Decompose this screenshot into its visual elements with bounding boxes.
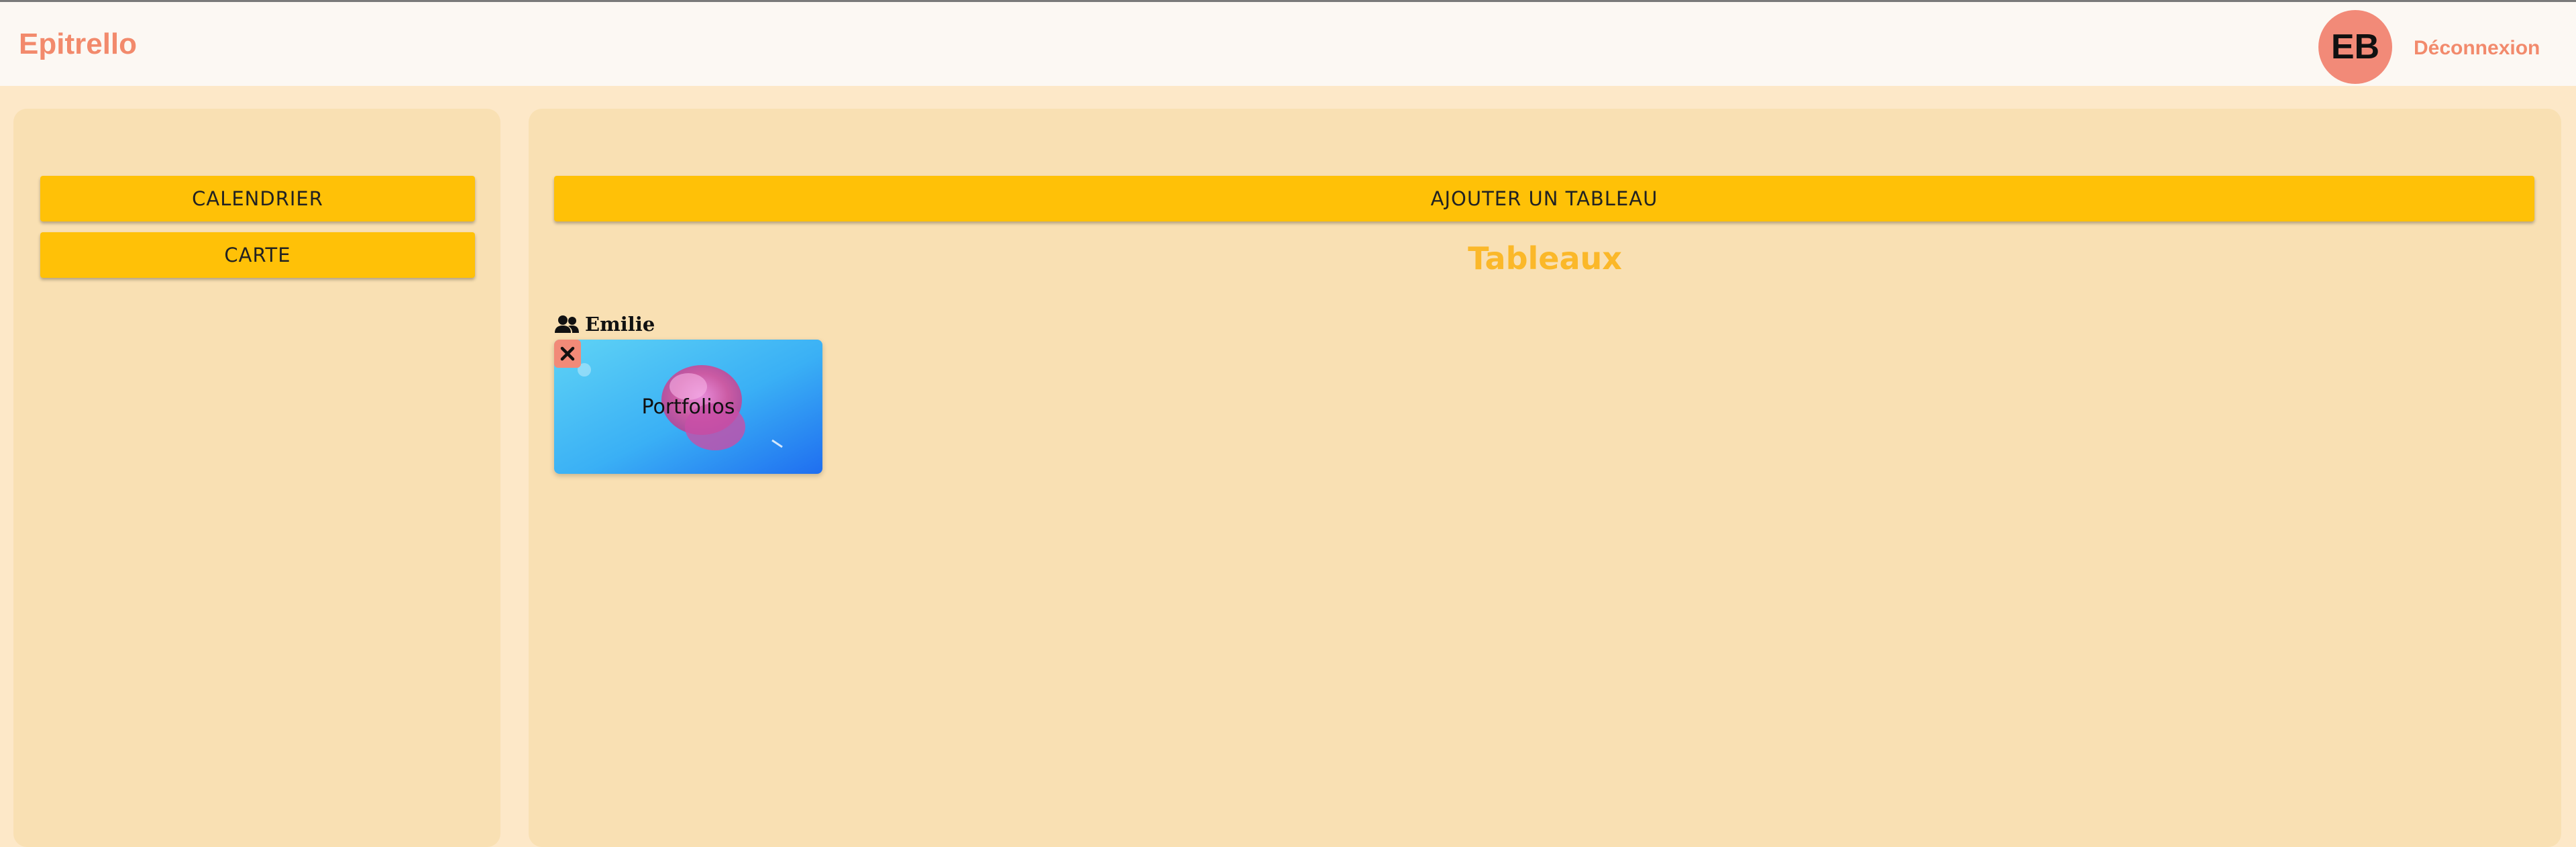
map-button[interactable]: CARTE — [40, 232, 475, 278]
users-icon — [555, 315, 579, 333]
board-owner: Emilie — [554, 313, 655, 336]
user-avatar[interactable]: EB — [2318, 10, 2392, 84]
top-bar: Epitrello EB Déconnexion — [0, 0, 2576, 86]
logout-link[interactable]: Déconnexion — [2414, 37, 2540, 60]
add-board-button[interactable]: AJOUTER UN TABLEAU — [554, 176, 2534, 221]
board-card[interactable]: Portfolios — [554, 340, 822, 474]
board-title: Portfolios — [641, 395, 735, 419]
sidebar: CALENDRIER CARTE — [13, 109, 500, 847]
owner-name: Emilie — [585, 313, 655, 336]
calendar-button[interactable]: CALENDRIER — [40, 176, 475, 221]
main-panel: AJOUTER UN TABLEAU Tableaux Emilie Portf… — [529, 109, 2561, 847]
close-icon — [560, 346, 575, 361]
delete-board-button[interactable] — [554, 340, 581, 368]
section-title: Tableaux — [1468, 240, 1622, 277]
app-logo[interactable]: Epitrello — [19, 28, 137, 61]
